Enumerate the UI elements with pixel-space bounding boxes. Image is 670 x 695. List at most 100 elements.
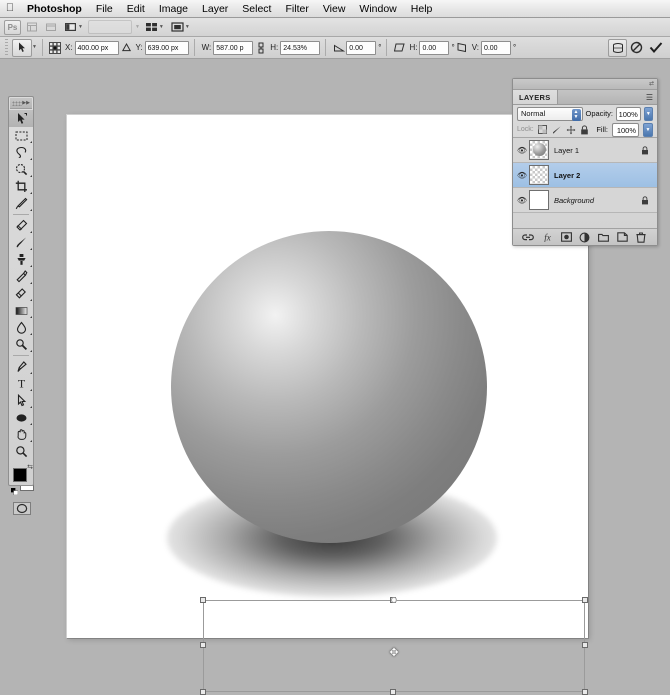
crop-tool[interactable] (9, 178, 33, 195)
flyout-triangle-icon[interactable] (30, 141, 32, 143)
lock-position-icon[interactable] (566, 124, 576, 135)
quick-selection-tool[interactable] (9, 161, 33, 178)
swap-colors-icon[interactable]: ⇆ (27, 463, 33, 471)
hand-tool[interactable] (9, 426, 33, 443)
menu-item-window[interactable]: Window (352, 0, 403, 18)
x-input[interactable]: 400.00 px (74, 40, 119, 55)
commit-transform-icon[interactable] (646, 39, 665, 57)
flyout-triangle-icon[interactable] (30, 372, 32, 374)
link-wh-icon[interactable] (253, 40, 268, 55)
layer-row-layer-2[interactable]: 👁 Layer 2 (513, 163, 657, 188)
eye-icon[interactable]: 👁 (515, 196, 529, 205)
new-group-button[interactable] (597, 231, 610, 244)
layer-thumbnail[interactable] (529, 140, 549, 160)
chevron-down-icon[interactable]: ▼ (32, 45, 37, 50)
mini-bridge-icon[interactable] (43, 20, 59, 35)
flyout-triangle-icon[interactable] (30, 333, 32, 335)
tab-layers[interactable]: LAYERS (513, 90, 558, 104)
menu-item-select[interactable]: Select (235, 0, 278, 18)
ps-home-button[interactable]: Ps (4, 19, 21, 35)
arrange-documents-icon[interactable]: ▼ (143, 20, 166, 35)
fill-dropdown-arrow-icon[interactable]: ▼ (643, 122, 653, 137)
apple-logo-icon[interactable]:  (0, 2, 20, 15)
foreground-color-swatch[interactable] (13, 468, 27, 482)
rotation-input[interactable]: 0.00 (346, 40, 377, 55)
lock-image-pixels-icon[interactable] (552, 124, 562, 135)
flyout-triangle-icon[interactable] (30, 248, 32, 250)
flyout-triangle-icon[interactable] (30, 231, 32, 233)
layer-thumbnail[interactable] (529, 165, 549, 185)
gradient-tool[interactable] (9, 302, 33, 319)
skew-v-input[interactable]: 0.00 (480, 40, 511, 55)
layer-mask-button[interactable] (560, 231, 573, 244)
collapse-arrows-icon[interactable]: ▶▶ (22, 100, 30, 106)
width-input[interactable]: 587.00 p (213, 40, 254, 55)
layer-row-background[interactable]: 👁 Background (513, 188, 657, 213)
flyout-triangle-icon[interactable] (30, 209, 32, 211)
chevron-down-icon[interactable]: ▼ (135, 24, 140, 30)
pen-tool[interactable] (9, 358, 33, 375)
flyout-triangle-icon[interactable] (30, 316, 32, 318)
eye-icon[interactable]: 👁 (515, 171, 529, 180)
layer-thumbnail[interactable] (529, 190, 549, 210)
menu-item-edit[interactable]: Edit (120, 0, 152, 18)
link-layers-button[interactable] (522, 231, 535, 244)
handle-middle-right[interactable] (582, 642, 588, 648)
flyout-triangle-icon[interactable] (30, 192, 32, 194)
free-transform-bounding-box[interactable]: ✥ (200, 597, 588, 695)
menu-item-filter[interactable]: Filter (278, 0, 315, 18)
view-extras-icon[interactable]: ▼ (62, 20, 85, 35)
menu-item-photoshop[interactable]: Photoshop (20, 0, 89, 18)
flyout-triangle-icon[interactable] (30, 389, 32, 391)
adjustment-layer-button[interactable] (578, 231, 591, 244)
brush-tool[interactable] (9, 234, 33, 251)
eyedropper-tool[interactable] (9, 195, 33, 212)
quick-mask-icon[interactable] (9, 499, 35, 517)
layer-name[interactable]: Background (554, 196, 641, 205)
handle-top-right[interactable] (582, 597, 588, 603)
flyout-triangle-icon[interactable] (30, 265, 32, 267)
lasso-tool[interactable] (9, 144, 33, 161)
collapse-arrows-icon[interactable]: ⇄ (649, 81, 654, 87)
toolbox-grip[interactable] (12, 100, 23, 106)
options-bar-grip[interactable] (3, 38, 10, 57)
lock-all-icon[interactable] (580, 124, 590, 135)
path-selection-tool[interactable] (9, 392, 33, 409)
cancel-transform-icon[interactable] (627, 39, 646, 57)
menu-item-file[interactable]: File (89, 0, 120, 18)
delete-layer-button[interactable] (635, 231, 648, 244)
layer-style-button[interactable]: fx (541, 231, 554, 244)
shape-tool[interactable] (9, 409, 33, 426)
blend-mode-select[interactable]: Normal ▲ ▼ (517, 106, 583, 121)
screen-mode-icon[interactable]: ▼ (169, 20, 192, 35)
clone-stamp-tool[interactable] (9, 251, 33, 268)
skew-h-input[interactable]: 0.00 (419, 40, 450, 55)
opacity-dropdown-arrow-icon[interactable]: ▼ (643, 106, 653, 121)
flyout-triangle-icon[interactable] (30, 440, 32, 442)
height-input[interactable]: 24.53% (280, 40, 321, 55)
tool-preset-picker[interactable] (12, 38, 32, 57)
flyout-triangle-icon[interactable] (30, 423, 32, 425)
opacity-input[interactable]: 100% (616, 106, 641, 121)
menu-item-view[interactable]: View (316, 0, 353, 18)
handle-bottom-center[interactable] (390, 689, 396, 695)
handle-bottom-right[interactable] (582, 689, 588, 695)
fill-input[interactable]: 100% (612, 122, 639, 137)
lock-transparent-pixels-icon[interactable] (538, 124, 548, 135)
healing-brush-tool[interactable] (9, 217, 33, 234)
dodge-tool[interactable] (9, 336, 33, 353)
zoom-level-select[interactable] (87, 20, 132, 34)
move-tool[interactable] (9, 110, 33, 127)
marquee-tool[interactable] (9, 127, 33, 144)
layer-name[interactable]: Layer 2 (554, 171, 641, 180)
flyout-triangle-icon[interactable] (30, 175, 32, 177)
flyout-triangle-icon[interactable] (30, 299, 32, 301)
flyout-triangle-icon[interactable] (30, 158, 32, 160)
flyout-triangle-icon[interactable] (30, 406, 32, 408)
handle-top-left[interactable] (200, 597, 206, 603)
y-input[interactable]: 639.00 px (144, 40, 189, 55)
center-reference-point[interactable] (391, 597, 397, 603)
eye-icon[interactable]: 👁 (515, 146, 529, 155)
menu-item-help[interactable]: Help (404, 0, 440, 18)
blur-tool[interactable] (9, 319, 33, 336)
